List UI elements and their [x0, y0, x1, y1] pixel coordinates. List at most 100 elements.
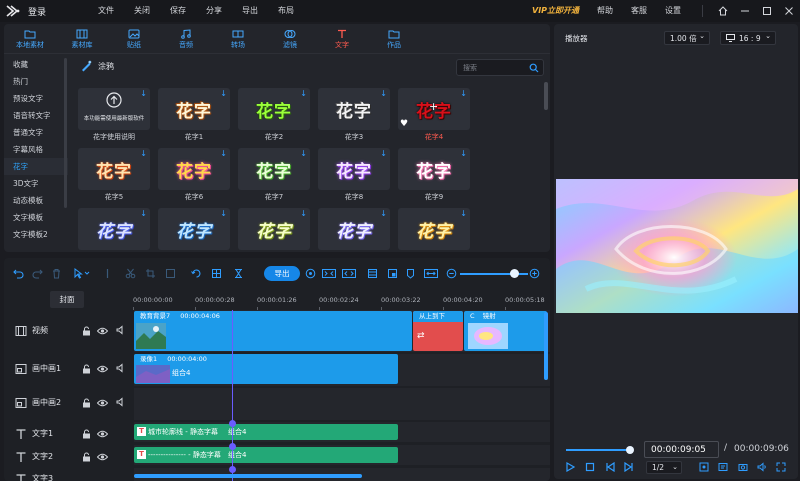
- category-preset-text[interactable]: 预设文字: [4, 90, 68, 107]
- search-icon[interactable]: [529, 63, 539, 75]
- fit-timeline-icon[interactable]: [424, 268, 438, 279]
- playhead-keyframe[interactable]: [229, 443, 236, 450]
- marker-icon[interactable]: [404, 268, 416, 279]
- category-fancy-text[interactable]: 花字: [4, 158, 68, 175]
- category-text-template-2[interactable]: 文字模板2: [4, 226, 68, 243]
- speaker-icon[interactable]: [116, 397, 126, 409]
- zoom-slider-handle[interactable]: [510, 269, 519, 278]
- tab-stickers[interactable]: 贴纸: [108, 24, 160, 54]
- eye-icon[interactable]: [96, 326, 109, 338]
- tab-local-media[interactable]: 本地素材: [4, 24, 56, 54]
- lock-icon[interactable]: [82, 398, 91, 410]
- zoom-out-icon[interactable]: [445, 268, 457, 279]
- category-3d-text[interactable]: 3D文字: [4, 175, 68, 192]
- tile-fancy-text-1[interactable]: ↓ 花字: [158, 88, 230, 130]
- tile-fancy-text-3[interactable]: ↓ 花字: [318, 88, 390, 130]
- mosaic-icon[interactable]: [210, 268, 222, 279]
- video-preview[interactable]: [556, 179, 798, 313]
- lock-icon[interactable]: [82, 326, 91, 338]
- category-motion-template[interactable]: 动态模板: [4, 192, 68, 209]
- play-icon[interactable]: [563, 461, 577, 473]
- add-icon[interactable]: +: [429, 100, 438, 113]
- tile-fancy-text-4[interactable]: ↓ 花字 ♥ +: [398, 88, 470, 130]
- heart-icon[interactable]: ♥: [400, 119, 408, 129]
- menu-file[interactable]: 文件: [88, 0, 124, 22]
- category-subtitle-style[interactable]: 字幕风格: [4, 141, 68, 158]
- minimize-icon[interactable]: [734, 0, 756, 22]
- zoom-in-icon[interactable]: [528, 268, 540, 279]
- search-input[interactable]: [463, 62, 527, 74]
- maximize-icon[interactable]: [756, 0, 778, 22]
- tab-text[interactable]: 文字: [316, 24, 368, 54]
- undo-icon[interactable]: [12, 268, 24, 279]
- delete-icon[interactable]: [50, 268, 62, 279]
- close-icon[interactable]: [778, 0, 800, 22]
- page-ratio-select[interactable]: 1/2 ⌄: [646, 461, 682, 474]
- pip-clip[interactable]: 录像1 00:00:04:00 组合4: [134, 354, 398, 384]
- video-clip[interactable]: 教育背景7 00:00:04:06: [134, 311, 412, 351]
- tile-fancy-text-8[interactable]: ↓ 花字: [318, 148, 390, 190]
- vip-upgrade-link[interactable]: VIP立即开通: [532, 0, 579, 22]
- camera-icon[interactable]: [736, 461, 750, 473]
- freeze-icon[interactable]: [164, 268, 176, 279]
- volume-icon[interactable]: [755, 461, 769, 473]
- menu-layout[interactable]: 布局: [268, 0, 304, 22]
- export-button[interactable]: 导出: [264, 266, 300, 281]
- speaker-icon[interactable]: [116, 363, 126, 375]
- select-tool-icon[interactable]: [72, 268, 92, 279]
- category-text-template[interactable]: 文字模板: [4, 209, 68, 226]
- category-speech-to-text[interactable]: 语音转文字: [4, 107, 68, 124]
- rotate-icon[interactable]: [190, 268, 202, 279]
- grid-icon[interactable]: [366, 268, 378, 279]
- time-ruler[interactable]: 00:00:00:00 00:00:00:28 00:00:01:26 00:0…: [133, 292, 550, 310]
- playback-progress[interactable]: [566, 449, 630, 451]
- speed-select[interactable]: 1.00 倍 ⌄: [664, 31, 710, 45]
- eye-icon[interactable]: [96, 364, 109, 376]
- lock-icon[interactable]: [82, 364, 91, 376]
- eye-icon[interactable]: [96, 452, 109, 464]
- playhead-keyframe[interactable]: [229, 420, 236, 427]
- split-icon[interactable]: [101, 268, 113, 279]
- timeline-horizontal-scrollbar[interactable]: [134, 474, 362, 478]
- subtitle-icon[interactable]: [716, 461, 730, 473]
- redo-icon[interactable]: [31, 268, 43, 279]
- cover-button[interactable]: 封面: [50, 291, 84, 308]
- menu-settings[interactable]: 设置: [656, 0, 690, 22]
- eye-icon[interactable]: [96, 429, 109, 441]
- eye-icon[interactable]: [96, 398, 109, 410]
- text-clip-1[interactable]: T 城市轮廓线 - 静态字幕 组合4: [134, 424, 398, 440]
- login-link[interactable]: 登录: [28, 5, 46, 18]
- aspect-select[interactable]: 16 : 9 ⌄: [720, 31, 776, 45]
- tab-media-library[interactable]: 素材库: [56, 24, 108, 54]
- pip2-track-lane[interactable]: [134, 388, 550, 420]
- crop-clip-icon[interactable]: [144, 268, 156, 279]
- previous-frame-icon[interactable]: [603, 461, 617, 473]
- transition-clip[interactable]: 从上到下 ⇄: [413, 311, 463, 351]
- category-popular[interactable]: 热门: [4, 73, 68, 90]
- grid-scrollbar[interactable]: [544, 82, 548, 110]
- tab-transitions[interactable]: 转场: [212, 24, 264, 54]
- cut-icon[interactable]: [124, 268, 136, 279]
- menu-share[interactable]: 分享: [196, 0, 232, 22]
- fullscreen-icon[interactable]: [774, 461, 788, 473]
- tile-fancy-text-9[interactable]: ↓ 花字: [398, 148, 470, 190]
- crop-icon[interactable]: [697, 461, 711, 473]
- merge-icon[interactable]: [342, 268, 356, 279]
- next-frame-icon[interactable]: [622, 461, 636, 473]
- transition-tool-icon[interactable]: [322, 268, 336, 279]
- tile-fancy-text-11[interactable]: ↓ 花字: [158, 208, 230, 250]
- tile-fancy-text-guide[interactable]: ↓ 本功能需使用最新版软件: [78, 88, 150, 130]
- tile-fancy-text-5[interactable]: ↓ 花字: [78, 148, 150, 190]
- stop-icon[interactable]: [583, 461, 597, 473]
- video-clip-2[interactable]: C 镜射: [464, 311, 547, 351]
- tile-fancy-text-12[interactable]: ↓ 花字: [238, 208, 310, 250]
- playhead-keyframe[interactable]: [229, 466, 236, 473]
- menu-close[interactable]: 关闭: [124, 0, 160, 22]
- current-time-field[interactable]: 00:00:09:05: [644, 441, 719, 458]
- picture-in-picture-icon[interactable]: [386, 268, 398, 279]
- menu-save[interactable]: 保存: [160, 0, 196, 22]
- home-icon[interactable]: [712, 0, 734, 22]
- category-plain-text[interactable]: 普通文字: [4, 124, 68, 141]
- duration-icon[interactable]: [232, 268, 244, 279]
- tab-audio[interactable]: 音频: [160, 24, 212, 54]
